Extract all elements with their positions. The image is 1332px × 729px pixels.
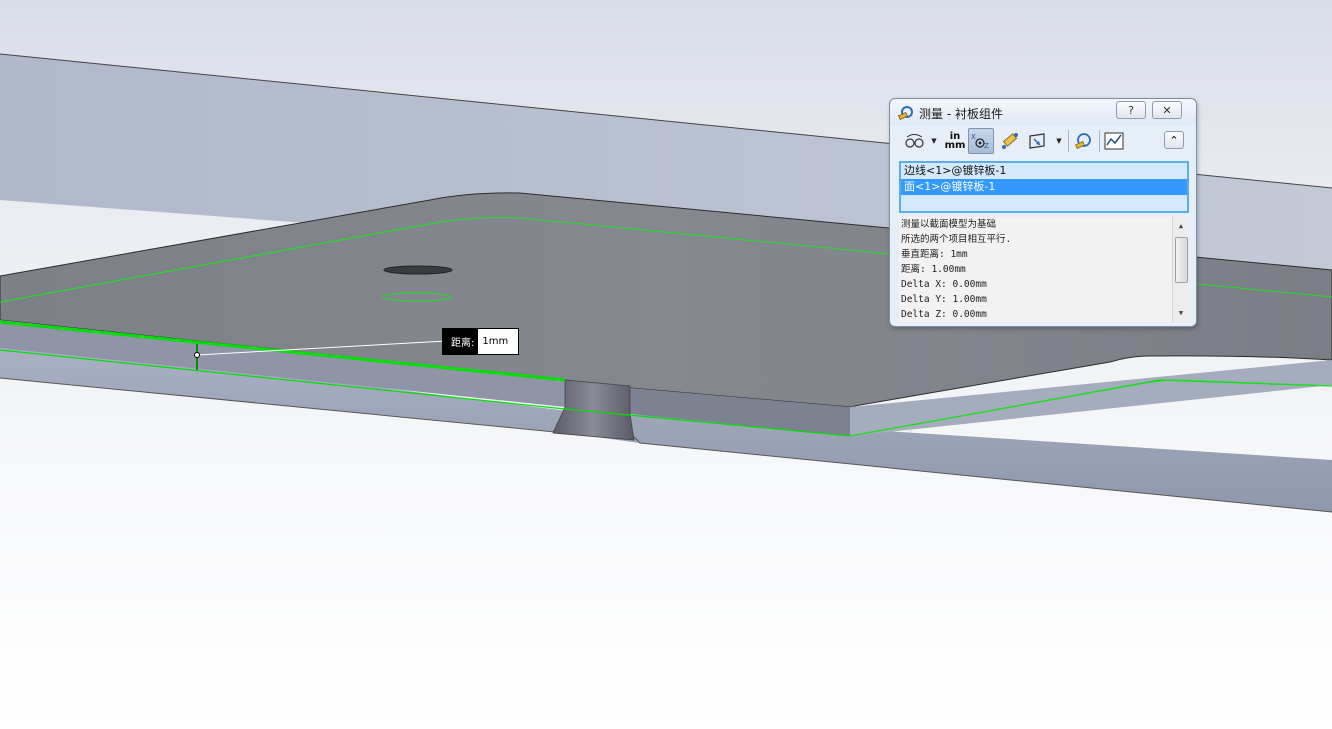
result-line: 距离: 1.00mm (901, 264, 966, 275)
result-line: Delta Y: 1.00mm (901, 294, 987, 305)
projection-dropdown[interactable]: ▼ (1054, 128, 1064, 154)
results-panel: 测量以截面模型为基础 所选的两个项目相互平行. 垂直距离: 1mm 距离: 1.… (899, 217, 1189, 322)
dialog-titlebar[interactable]: 测量 - 衬板组件 ? ✕ (890, 99, 1196, 125)
distance-callout: 距离: 1mm (442, 328, 520, 355)
create-sensor-icon[interactable] (1072, 128, 1096, 154)
result-line: 所选的两个项目相互平行. (901, 234, 1012, 245)
dialog-title: 测量 - 衬板组件 (919, 107, 1003, 121)
plate-notch (552, 379, 635, 441)
measure-anchor-point (194, 352, 200, 358)
svg-text:X: X (971, 133, 976, 141)
scroll-thumb[interactable] (1175, 237, 1188, 283)
units-precision-button[interactable]: in mm (944, 128, 966, 154)
measure-tool-icon (897, 105, 914, 121)
units-bottom-label: mm (944, 140, 966, 151)
point-to-point-icon[interactable] (998, 128, 1022, 154)
result-line: Delta X: 0.00mm (901, 279, 987, 290)
plate-hole (383, 265, 453, 275)
close-button[interactable]: ✕ (1152, 101, 1182, 119)
result-line: Delta Z: 0.00mm (901, 309, 987, 320)
toolbar-separator (1099, 130, 1100, 152)
measure-toolbar: ▼ in mm X Z ▼ ⌃ (896, 127, 1190, 157)
scroll-down-arrow[interactable]: ▼ (1173, 306, 1189, 320)
help-button[interactable]: ? (1116, 101, 1146, 119)
arc-measure-dropdown[interactable]: ▼ (929, 128, 939, 154)
collapse-button[interactable]: ⌃ (1164, 131, 1184, 149)
projection-icon[interactable] (1026, 128, 1050, 154)
selection-list[interactable]: 边线<1>@镀锌板-1 面<1>@镀锌板-1 (899, 161, 1189, 213)
xyz-delta-icon[interactable]: X Z (968, 128, 994, 154)
distance-callout-value: 1mm (478, 329, 519, 354)
result-line: 测量以截面模型为基础 (901, 219, 997, 230)
measure-history-icon[interactable] (1102, 128, 1126, 154)
measure-dialog: 测量 - 衬板组件 ? ✕ ▼ in mm X Z ▼ ⌃ 边线<1>@镀锌板-… (889, 98, 1197, 327)
svg-text:Z: Z (984, 142, 989, 150)
selection-item-edge[interactable]: 边线<1>@镀锌板-1 (901, 163, 1187, 179)
results-scrollbar[interactable]: ▲ ▼ (1172, 217, 1189, 322)
selection-item-face[interactable]: 面<1>@镀锌板-1 (901, 179, 1187, 195)
arc-circle-measure-icon[interactable] (902, 128, 928, 154)
toolbar-separator (1068, 130, 1069, 152)
result-line: 垂直距离: 1mm (901, 249, 968, 260)
selection-item-empty[interactable] (901, 195, 1187, 211)
distance-callout-label: 距离: (443, 329, 479, 354)
scroll-up-arrow[interactable]: ▲ (1173, 219, 1189, 233)
